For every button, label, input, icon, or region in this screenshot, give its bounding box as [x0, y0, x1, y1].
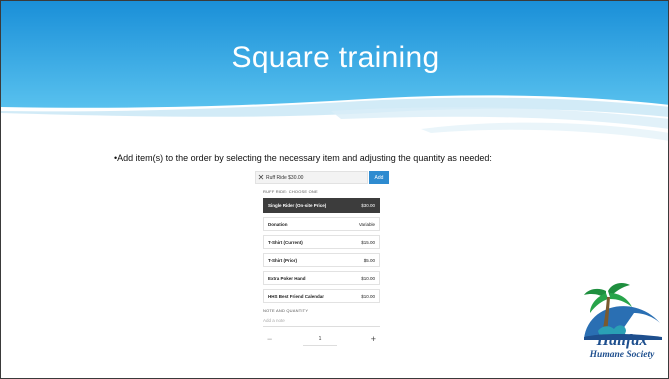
- option-price: Variable: [358, 221, 375, 227]
- slide: Square training •Add item(s) to the orde…: [0, 0, 669, 379]
- item-field-label: Ruff Ride $30.00: [266, 174, 304, 181]
- plus-icon[interactable]: +: [371, 333, 376, 345]
- option-section-label: RUFF RIDE: CHOOSE ONE: [263, 189, 318, 194]
- option-price: $30.00: [361, 203, 375, 208]
- title-banner: [1, 1, 668, 141]
- option-name: HHS Best Friend Calendar: [268, 293, 325, 299]
- square-order-screenshot: ✕ Ruff Ride $30.00 Add RUFF RIDE: CHOOSE…: [255, 171, 389, 346]
- option-calendar[interactable]: HHS Best Friend Calendar $10.00: [263, 289, 380, 303]
- option-name: Single Rider (On-site Price): [268, 203, 327, 208]
- option-single-rider[interactable]: Single Rider (On-site Price) $30.00: [263, 198, 380, 213]
- instruction-bullet: •Add item(s) to the order by selecting t…: [114, 153, 492, 163]
- note-quantity-label: NOTE AND QUANTITY: [263, 308, 309, 313]
- logo-line-2: Humane Society: [589, 350, 655, 360]
- quantity-stepper: − 1 +: [263, 333, 380, 346]
- slide-title: Square training: [231, 41, 440, 74]
- close-icon[interactable]: ✕: [256, 172, 266, 183]
- option-name: T-Shirt (Current): [268, 239, 303, 245]
- option-price: $15.00: [361, 239, 375, 245]
- option-list: Single Rider (On-site Price) $30.00 Dona…: [263, 198, 380, 303]
- note-input[interactable]: Add a note: [263, 318, 380, 327]
- option-name: T-Shirt (Prior): [268, 257, 297, 263]
- item-field[interactable]: ✕ Ruff Ride $30.00: [255, 171, 368, 184]
- item-bar: ✕ Ruff Ride $30.00 Add: [255, 171, 389, 184]
- option-price: $10.00: [361, 293, 375, 299]
- halifax-humane-society-logo: Halifax Humane Society: [579, 333, 665, 361]
- option-tshirt-prior[interactable]: T-Shirt (Prior) $5.00: [263, 253, 380, 267]
- option-donation[interactable]: Donation Variable: [263, 217, 380, 231]
- quantity-value[interactable]: 1: [303, 333, 337, 346]
- option-price: $10.00: [361, 275, 375, 281]
- add-button[interactable]: Add: [369, 171, 389, 184]
- option-price: $5.00: [363, 257, 375, 263]
- option-tshirt-current[interactable]: T-Shirt (Current) $15.00: [263, 235, 380, 249]
- logo-line-1: Halifax: [596, 332, 648, 349]
- option-name: Extra Poker Hand: [268, 275, 306, 281]
- option-extra-poker-hand[interactable]: Extra Poker Hand $10.00: [263, 271, 380, 285]
- option-name: Donation: [268, 221, 288, 227]
- minus-icon[interactable]: −: [267, 333, 272, 345]
